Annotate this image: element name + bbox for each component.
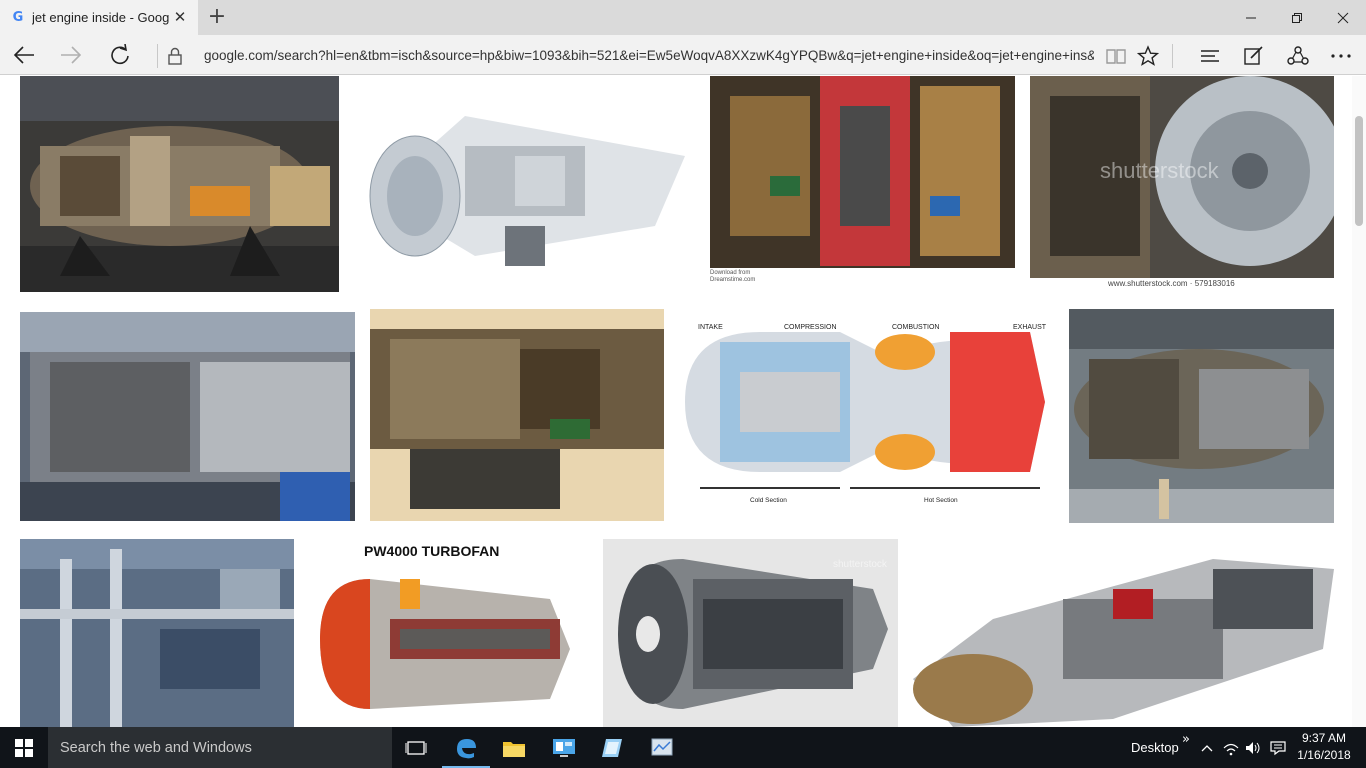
close-window-button[interactable] xyxy=(1320,0,1366,35)
diagram-label-intake: INTAKE xyxy=(698,324,723,331)
refresh-icon xyxy=(111,44,129,65)
windows-taskbar: Search the web and Windows Desktop » 9:3… xyxy=(0,727,1366,768)
notes-app-icon xyxy=(602,738,622,757)
watermark-text: shutterstock xyxy=(1100,158,1219,183)
share-icon xyxy=(1287,46,1309,65)
desktop-toolbar-label[interactable]: Desktop xyxy=(1131,740,1179,755)
taskbar-search-box[interactable]: Search the web and Windows xyxy=(48,727,392,768)
minimize-button[interactable] xyxy=(1228,0,1274,35)
chart-app-icon xyxy=(651,738,673,755)
image-result-9[interactable] xyxy=(20,539,294,727)
forward-icon xyxy=(61,46,82,64)
image-result-5[interactable] xyxy=(20,312,355,521)
network-icon[interactable] xyxy=(1221,738,1241,758)
image-result-8[interactable] xyxy=(1069,309,1334,523)
hub-button[interactable] xyxy=(1195,41,1225,71)
app-button-4[interactable] xyxy=(588,727,636,768)
lock-icon[interactable] xyxy=(166,46,184,66)
edge-taskbar-button[interactable] xyxy=(442,727,490,768)
clock-date[interactable]: 1/16/2018 xyxy=(1296,748,1352,762)
image-result-3[interactable]: Download from Dreamstime.com xyxy=(710,76,1015,292)
volume-icon[interactable] xyxy=(1243,738,1263,758)
restore-button[interactable] xyxy=(1274,0,1320,35)
favorite-button[interactable] xyxy=(1133,41,1163,71)
toolbar-expand-icon[interactable]: » xyxy=(1176,729,1196,749)
image-result-11[interactable]: shutterstock xyxy=(603,539,898,727)
image-result-4[interactable]: shutterstock www.shutterstock.com · 5791… xyxy=(1030,76,1334,292)
browser-tab[interactable]: G jet engine inside - Goog ✕ xyxy=(0,0,198,35)
file-explorer-button[interactable] xyxy=(490,727,538,768)
more-button[interactable] xyxy=(1326,41,1356,71)
image-result-1[interactable] xyxy=(20,76,339,292)
diagram-label-compression: COMPRESSION xyxy=(784,324,837,331)
favorite-star-icon xyxy=(1137,45,1159,66)
close-icon xyxy=(1337,12,1349,23)
watermark-text: shutterstock xyxy=(833,559,887,570)
address-bar[interactable]: google.com/search?hl=en&tbm=isch&source=… xyxy=(204,46,1094,66)
scrollbar-thumb[interactable] xyxy=(1355,116,1363,226)
address-divider xyxy=(157,44,158,68)
restore-icon xyxy=(1292,12,1302,23)
share-button[interactable] xyxy=(1283,41,1313,71)
minimize-icon xyxy=(1246,17,1256,18)
reading-view-button[interactable] xyxy=(1101,41,1131,71)
more-icon xyxy=(1331,54,1351,58)
vertical-scrollbar[interactable] xyxy=(1352,76,1366,727)
web-note-button[interactable] xyxy=(1239,41,1269,71)
app-button-3[interactable] xyxy=(540,727,588,768)
diagram-label-cold-section: Cold Section xyxy=(750,497,787,504)
clock-time[interactable]: 9:37 AM xyxy=(1296,731,1352,745)
refresh-button[interactable] xyxy=(104,39,136,71)
task-view-icon xyxy=(405,740,427,755)
image-result-6[interactable] xyxy=(370,309,664,521)
image-source-caption: Download from Dreamstime.com xyxy=(710,270,756,283)
toolbar-divider xyxy=(1172,44,1173,68)
task-view-button[interactable] xyxy=(392,727,440,768)
title-bar: G jet engine inside - Goog ✕ + xyxy=(0,0,1366,35)
diagram-label-combustion: COMBUSTION xyxy=(892,324,940,331)
image-result-7[interactable]: INTAKE COMPRESSION COMBUSTION EXHAUST Co… xyxy=(680,312,1050,512)
app-button-5[interactable] xyxy=(638,727,686,768)
new-tab-button[interactable]: + xyxy=(205,5,229,29)
image-result-12[interactable] xyxy=(913,539,1334,727)
back-icon xyxy=(13,46,34,64)
web-note-icon xyxy=(1244,46,1263,65)
image-title-text: PW4000 TURBOFAN xyxy=(364,543,500,559)
show-hidden-icons-icon[interactable] xyxy=(1197,738,1217,758)
reading-view-icon xyxy=(1106,49,1126,64)
image-results-grid: Download from Dreamstime.com shutterstoc… xyxy=(0,76,1366,727)
diagram-label-hot-section: Hot Section xyxy=(924,497,958,504)
diagram-label-exhaust: EXHAUST xyxy=(1013,324,1047,331)
tab-close-icon[interactable]: ✕ xyxy=(172,9,188,25)
edge-icon xyxy=(457,738,476,758)
action-center-icon[interactable] xyxy=(1268,738,1288,758)
forward-button[interactable] xyxy=(55,39,87,71)
folder-icon xyxy=(503,741,525,757)
image-result-2[interactable] xyxy=(355,76,694,292)
tab-title: jet engine inside - Goog xyxy=(32,10,170,25)
monitor-app-icon xyxy=(553,738,575,757)
back-button[interactable] xyxy=(8,39,40,71)
start-button[interactable] xyxy=(0,727,48,768)
google-favicon-icon: G xyxy=(12,10,24,25)
hub-icon xyxy=(1201,50,1219,62)
image-footer-caption: www.shutterstock.com · 579183016 xyxy=(1108,279,1235,288)
windows-logo-icon xyxy=(15,738,33,757)
navigation-bar: google.com/search?hl=en&tbm=isch&source=… xyxy=(0,35,1366,75)
image-result-10[interactable]: PW4000 TURBOFAN xyxy=(310,539,585,727)
